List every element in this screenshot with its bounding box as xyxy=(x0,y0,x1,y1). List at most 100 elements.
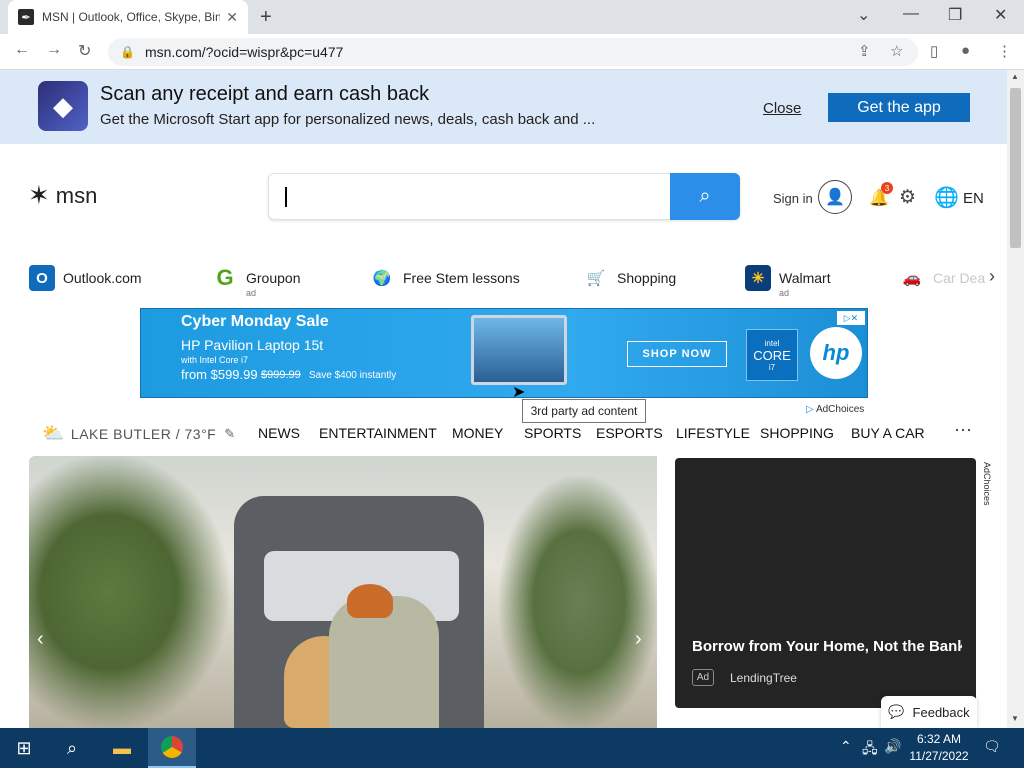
address-bar[interactable]: 🔒 msn.com/?ocid=wispr&pc=u477 xyxy=(108,38,918,66)
reload-icon[interactable]: ↻ xyxy=(78,41,91,61)
quick-link-groupon[interactable]: G Groupon ad xyxy=(212,258,300,298)
close-window-button[interactable]: ✕ xyxy=(994,5,1007,25)
intel-tier: i7 xyxy=(768,362,776,372)
avatar[interactable]: 👤 xyxy=(818,180,852,214)
notification-center-icon[interactable]: 🗨 xyxy=(983,738,1001,755)
adchoices-vertical-link[interactable]: AdChoices xyxy=(978,462,992,532)
side-panel-icon[interactable]: ▯ xyxy=(930,42,938,60)
settings-gear-icon[interactable]: ⚙ xyxy=(899,186,916,209)
brand-name: msn xyxy=(55,182,98,208)
share-icon[interactable]: ⇪ xyxy=(858,42,871,60)
quick-link-label: Free Stem lessons xyxy=(403,270,520,286)
adchoices-link[interactable]: ▷ AdChoices xyxy=(806,404,864,415)
carousel-prev-icon[interactable]: ‹ xyxy=(37,628,44,651)
back-icon[interactable]: ← xyxy=(14,41,30,59)
quick-link-walmart[interactable]: ✳ Walmart ad xyxy=(745,258,831,298)
tab-search-icon[interactable]: ⌄ xyxy=(857,5,870,25)
tab-strip: ✒ MSN | Outlook, Office, Skype, Bing ✕ +… xyxy=(0,0,1024,34)
nav-money[interactable]: MONEY xyxy=(452,425,503,441)
language-selector[interactable]: EN xyxy=(963,190,984,207)
ad-price: from $599.99 xyxy=(181,367,258,382)
lock-icon[interactable]: 🔒 xyxy=(120,45,135,59)
minimize-button[interactable]: — xyxy=(903,5,919,23)
browser-tab[interactable]: ✒ MSN | Outlook, Office, Skype, Bing ✕ xyxy=(8,0,248,34)
chrome-taskbar-icon[interactable] xyxy=(148,728,196,768)
nav-lifestyle[interactable]: LIFESTYLE xyxy=(676,425,750,441)
language-globe-icon[interactable]: 🌐 xyxy=(934,185,959,210)
scroll-up-icon[interactable]: ▲ xyxy=(1011,72,1019,81)
quick-link-outlook[interactable]: O Outlook.com xyxy=(29,258,142,298)
search-input[interactable]: ⌕ xyxy=(268,173,740,220)
get-the-app-button[interactable]: Get the app xyxy=(828,93,970,122)
side-ad-card[interactable]: Borrow from Your Home, Not the Bank Ad L… xyxy=(675,458,976,708)
search-button[interactable]: ⌕ xyxy=(670,173,740,220)
laptop-image xyxy=(471,315,567,385)
scrollbar-thumb[interactable] xyxy=(1010,88,1021,248)
quick-link-label: Groupon xyxy=(246,270,301,286)
ad-tag: ad xyxy=(779,288,790,298)
feedback-button[interactable]: 💬 Feedback xyxy=(881,696,977,728)
promo-close-link[interactable]: Close xyxy=(763,100,801,117)
nav-news[interactable]: NEWS xyxy=(258,425,300,441)
menu-icon[interactable]: ⋮ xyxy=(997,42,1012,60)
nav-buy-a-car[interactable]: BUY A CAR xyxy=(851,425,925,441)
adchoices-label: AdChoices xyxy=(815,404,865,415)
page-scrollbar[interactable]: ▲ ▼ xyxy=(1007,70,1024,728)
show-hidden-icons-icon[interactable]: ⌃ xyxy=(840,738,852,755)
new-tab-button[interactable]: + xyxy=(260,6,272,29)
windows-start-icon[interactable]: ⊞ xyxy=(0,728,48,768)
search-icon: ⌕ xyxy=(699,185,711,207)
taskbar-search-icon[interactable]: ⌕ xyxy=(48,728,96,768)
hp-logo: hp xyxy=(810,327,862,379)
edit-pencil-icon[interactable]: ✎ xyxy=(224,426,235,442)
sign-in-link[interactable]: Sign in xyxy=(773,191,813,206)
clock-date: 11/27/2022 xyxy=(909,749,969,763)
close-tab-icon[interactable]: ✕ xyxy=(226,9,238,26)
taskbar-clock[interactable]: 6:32 AM 11/27/2022 xyxy=(905,731,973,765)
restore-button[interactable]: ❐ xyxy=(948,5,962,25)
feedback-label: Feedback xyxy=(912,704,970,720)
quick-link-car-deals[interactable]: 🚗 Car Dea xyxy=(899,258,985,298)
tab-title: MSN | Outlook, Office, Skype, Bing xyxy=(42,10,221,24)
nav-sports[interactable]: SPORTS xyxy=(524,425,581,441)
intel-core-badge: intel CORE i7 xyxy=(746,329,798,381)
nav-esports[interactable]: ESPORTS xyxy=(596,425,663,441)
hp-ad-banner[interactable]: Cyber Monday Sale HP Pavilion Laptop 15t… xyxy=(140,308,868,398)
nav-shopping[interactable]: SHOPPING xyxy=(760,425,834,441)
more-options-icon[interactable]: ··· xyxy=(954,419,972,440)
msn-favicon-icon: ✒ xyxy=(18,9,34,25)
browser-toolbar: ← → ↻ 🔒 msn.com/?ocid=wispr&pc=u477 ⇪ ☆ … xyxy=(0,34,1024,70)
bookmark-star-icon[interactable]: ☆ xyxy=(890,42,903,60)
microsoft-start-logo-icon: ◆ xyxy=(38,81,88,131)
msn-butterfly-icon: ✶ xyxy=(28,180,50,210)
quick-link-label: Shopping xyxy=(617,270,677,286)
forward-icon[interactable]: → xyxy=(46,41,62,59)
carousel-next-icon[interactable]: › xyxy=(635,628,642,651)
clock-time: 6:32 AM xyxy=(916,732,962,746)
ad-badge: Ad xyxy=(692,669,714,686)
adchoices-icon[interactable]: ▷✕ xyxy=(837,311,865,325)
file-explorer-icon[interactable]: ▬ xyxy=(98,728,146,768)
weather-widget[interactable]: ⛅ LAKE BUTLER / 73°F ✎ xyxy=(42,423,236,444)
hero-carousel[interactable]: ‹ › xyxy=(29,456,657,728)
shop-now-button[interactable]: SHOP NOW xyxy=(627,341,727,367)
quick-link-shopping[interactable]: 🛒 Shopping xyxy=(583,258,677,298)
windows-taskbar: ⊞ ⌕ ▬ ⌃ 🖧 🔊 6:32 AM 11/27/2022 🗨 xyxy=(0,728,1024,768)
quick-link-free-stem[interactable]: 🌍 Free Stem lessons xyxy=(369,258,520,298)
ad-tag: ad xyxy=(246,288,257,298)
page-content: ◆ Scan any receipt and earn cash back Ge… xyxy=(0,70,1007,728)
volume-icon[interactable]: 🔊 xyxy=(884,738,901,755)
profile-icon[interactable]: ● xyxy=(961,42,970,59)
msn-logo[interactable]: ✶ msn xyxy=(28,180,97,211)
ad-product: HP Pavilion Laptop 15t xyxy=(181,337,324,353)
intel-brand: intel xyxy=(764,338,780,348)
intel-line: CORE xyxy=(753,347,791,363)
cart-icon: 🛒 xyxy=(586,270,606,287)
chevron-right-icon[interactable]: › xyxy=(989,266,995,287)
scroll-down-icon[interactable]: ▼ xyxy=(1011,714,1019,723)
network-icon[interactable]: 🖧 xyxy=(862,738,878,762)
nav-entertainment[interactable]: ENTERTAINMENT xyxy=(319,425,437,441)
walmart-icon: ✳ xyxy=(745,265,771,291)
promo-headline: Scan any receipt and earn cash back xyxy=(100,83,430,105)
weather-location: LAKE BUTLER / 73°F xyxy=(70,425,217,442)
